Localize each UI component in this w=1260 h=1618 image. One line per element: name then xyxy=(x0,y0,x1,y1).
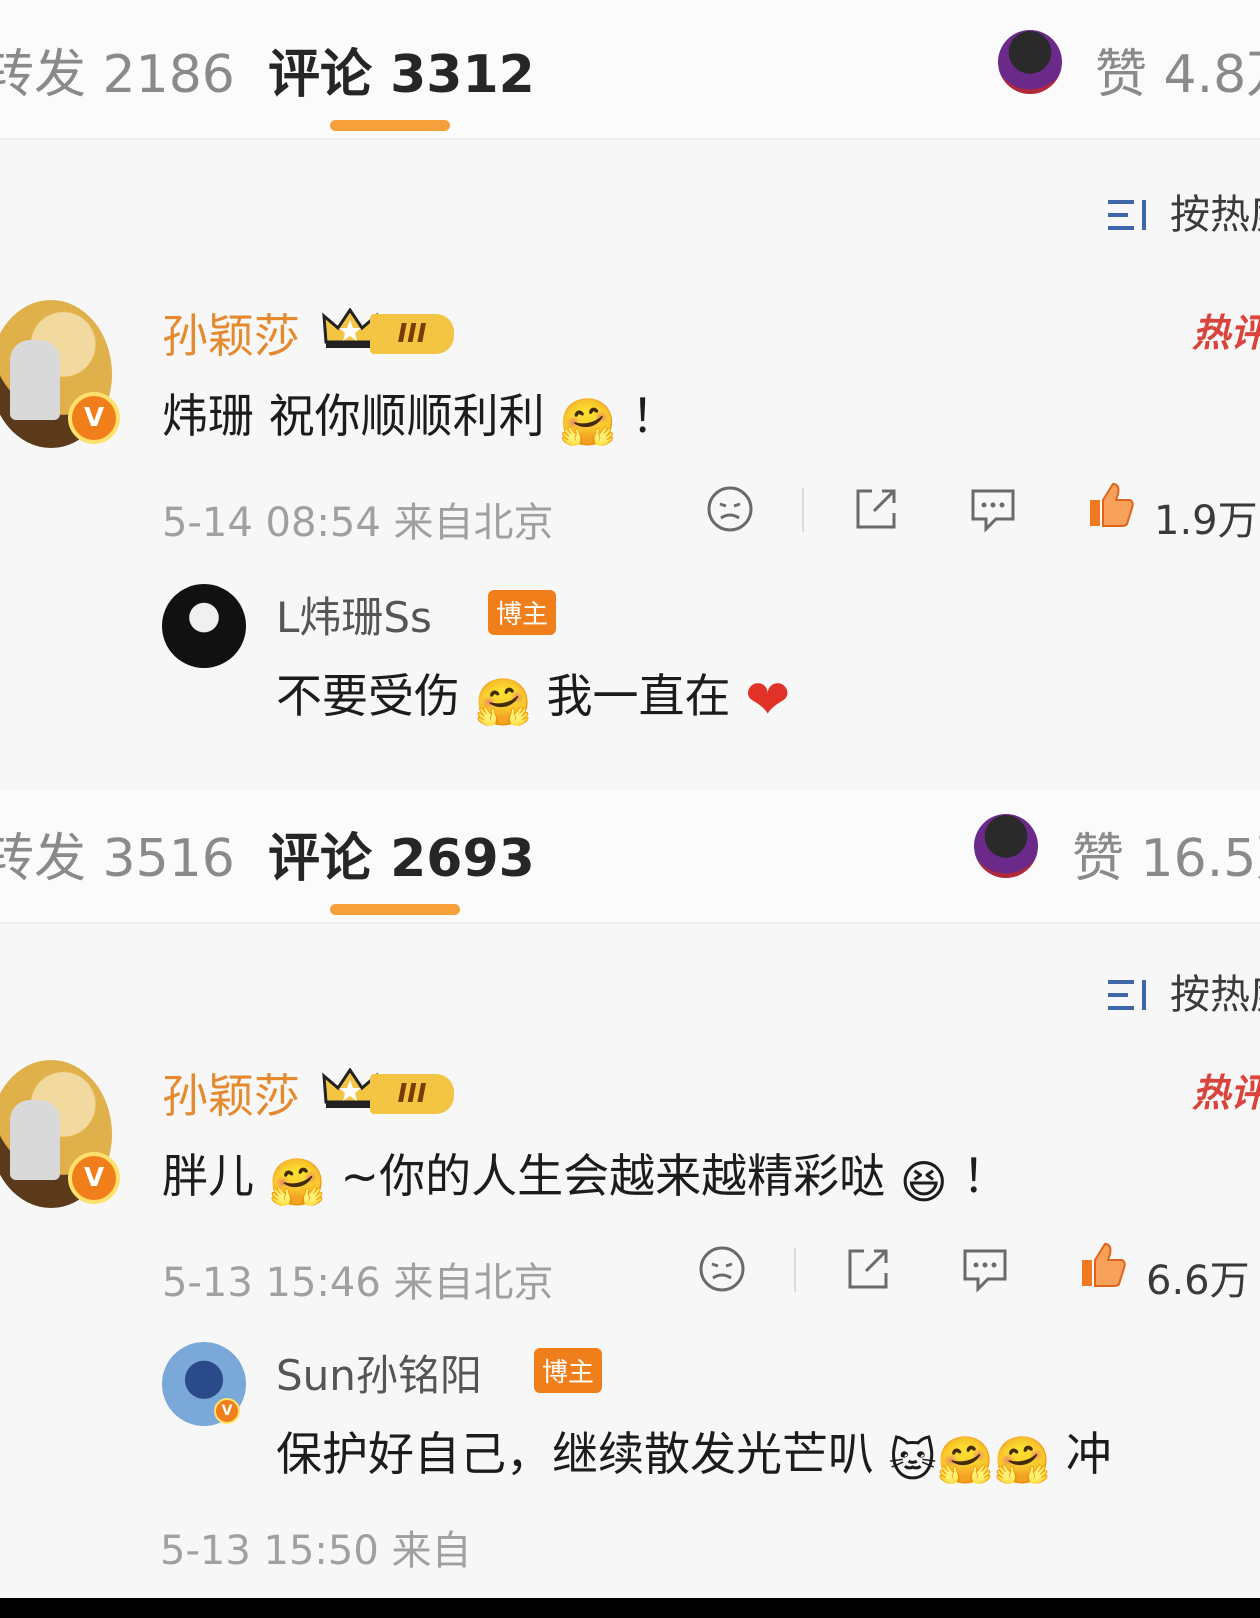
sort-label: 按热度 xyxy=(1170,972,1260,1018)
blogger-badge: 博主 xyxy=(488,590,557,635)
reply-icon[interactable] xyxy=(968,485,1018,533)
verified-icon: V xyxy=(68,392,120,444)
thumbs-up-icon[interactable] xyxy=(1078,1240,1128,1290)
comments-panel-2: 转发 3516 评论 2693 赞 16.5万 按热度 V 孙颖莎 III 热评… xyxy=(0,790,1260,1598)
comment-text-a: 胖儿 xyxy=(162,1149,254,1203)
heart-emoji: ❤ xyxy=(745,668,791,731)
level-badge: III xyxy=(370,1074,454,1114)
comment-text-b: ~你的人生会越来越精彩哒 xyxy=(340,1149,886,1203)
verified-icon: V xyxy=(68,1152,120,1204)
liker-avatar[interactable] xyxy=(974,814,1038,878)
reply-username[interactable]: L炜珊Ss xyxy=(276,584,432,645)
reply-text-b: 我一直在 xyxy=(546,669,731,723)
divider xyxy=(802,488,804,532)
hot-comment-label: 热评 xyxy=(1191,311,1260,355)
active-tab-indicator xyxy=(330,904,460,915)
reply-text-a: 不要受伤 xyxy=(276,669,460,723)
dislike-icon[interactable] xyxy=(706,485,754,533)
laugh-emoji: 😆 xyxy=(899,1155,948,1209)
active-tab-indicator xyxy=(330,120,450,131)
tab-repost[interactable]: 转发 3516 xyxy=(0,816,235,891)
comment-text: 炜珊 祝你顺顺利利 🤗 ！ xyxy=(162,380,677,450)
comments-panel-1: 转发 2186 评论 3312 赞 4.8万 按热度 V 孙颖莎 III 热评 … xyxy=(0,0,1260,790)
comment-username[interactable]: 孙颖莎 xyxy=(162,1060,300,1126)
sort-icon xyxy=(1108,198,1154,232)
hug-emoji: 🤗 xyxy=(559,395,617,449)
bottom-bar xyxy=(0,1598,1260,1618)
tab-comments[interactable]: 评论 3312 xyxy=(268,32,535,107)
dislike-icon[interactable] xyxy=(698,1245,746,1293)
comment-text-end: ！ xyxy=(962,1149,1009,1203)
tab-bar: 转发 2186 评论 3312 赞 4.8万 xyxy=(0,0,1260,140)
divider xyxy=(794,1248,796,1292)
reply-text: 保护好自己，继续散发光芒叭 🐱🤗🤗 冲 xyxy=(276,1418,1112,1488)
liker-avatar[interactable] xyxy=(998,30,1062,94)
hug-emoji: 🤗 xyxy=(268,1155,326,1209)
tab-likes[interactable]: 赞 4.8万 xyxy=(1095,32,1260,107)
sort-icon xyxy=(1108,978,1154,1012)
sort-label: 按热度 xyxy=(1170,192,1260,238)
blogger-badge: 博主 xyxy=(534,1348,603,1393)
reply-icon[interactable] xyxy=(960,1245,1010,1293)
share-icon[interactable] xyxy=(844,1245,892,1293)
tab-bar: 转发 3516 评论 2693 赞 16.5万 xyxy=(0,790,1260,924)
tab-comments[interactable]: 评论 2693 xyxy=(268,816,535,891)
emoji-group: 🐱🤗🤗 xyxy=(888,1433,1052,1487)
verified-icon: V xyxy=(214,1398,240,1424)
share-icon[interactable] xyxy=(852,485,900,533)
tab-likes[interactable]: 赞 16.5万 xyxy=(1072,816,1260,891)
comment-text-end: ！ xyxy=(631,389,678,443)
comment-username[interactable]: 孙颖莎 xyxy=(162,300,300,366)
hug-emoji: 🤗 xyxy=(474,675,532,729)
reply-text: 不要受伤 🤗 我一直在 ❤ xyxy=(276,660,790,731)
thumbs-up-icon[interactable] xyxy=(1086,480,1136,530)
reply-avatar[interactable] xyxy=(162,584,246,668)
reply-text-end: 冲 xyxy=(1065,1427,1112,1481)
comment-meta: 5-13 15:46 来自北京 xyxy=(162,1260,554,1306)
sort-button[interactable]: 按热度 xyxy=(1108,182,1260,240)
reply-meta: 5-13 15:50 来自 xyxy=(160,1528,472,1574)
like-count: 1.9万 xyxy=(1154,498,1258,544)
level-badge: III xyxy=(370,314,454,354)
comment-meta: 5-14 08:54 来自北京 xyxy=(162,500,554,546)
reply-username[interactable]: Sun孙铭阳 xyxy=(276,1342,482,1403)
comment-text: 胖儿 🤗 ~你的人生会越来越精彩哒 😆 ！ xyxy=(162,1140,1008,1210)
tab-repost[interactable]: 转发 2186 xyxy=(0,32,235,107)
comment-text-main: 炜珊 祝你顺顺利利 xyxy=(162,389,545,443)
like-count: 6.6万 xyxy=(1146,1258,1250,1304)
sort-button[interactable]: 按热度 xyxy=(1108,962,1260,1020)
hot-comment-label: 热评 xyxy=(1191,1071,1260,1115)
reply-text-main: 保护好自己，继续散发光芒叭 xyxy=(276,1427,874,1481)
